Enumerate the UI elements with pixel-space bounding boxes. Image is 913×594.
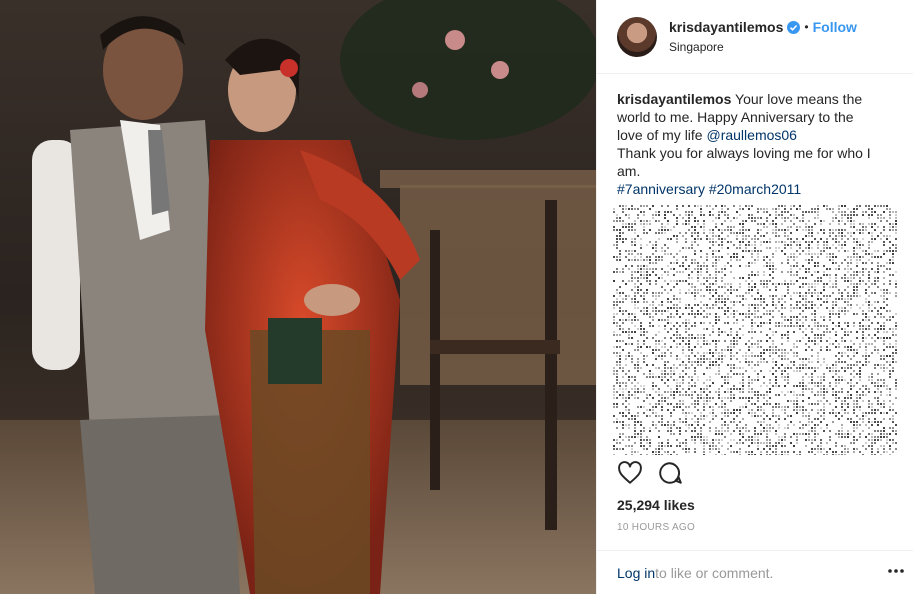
separator-dot: •: [804, 20, 809, 34]
mention-link[interactable]: @raullemos06: [706, 127, 796, 143]
follow-button[interactable]: Follow: [813, 19, 857, 35]
blurred-comments-noise: [613, 205, 897, 456]
instagram-post: krisdayantilemos • Follow Singapore kris…: [0, 0, 913, 594]
caption: krisdayantilemos Your love means the wor…: [597, 74, 897, 198]
caption-text-2: Thank you for always loving me for who I…: [617, 145, 871, 179]
location-link[interactable]: Singapore: [669, 40, 857, 54]
heart-icon[interactable]: [617, 460, 645, 488]
blurred-comments: [613, 205, 898, 456]
username-link[interactable]: krisdayantilemos: [669, 19, 783, 35]
more-options-icon[interactable]: [886, 561, 906, 581]
hashtag-link[interactable]: #20march2011: [709, 181, 801, 197]
avatar[interactable]: [617, 16, 657, 57]
header-line: krisdayantilemos • Follow: [669, 19, 857, 35]
footer-text: to like or comment.: [655, 564, 774, 581]
timestamp[interactable]: 10 HOURS AGO: [617, 522, 695, 533]
post-photo[interactable]: [0, 0, 596, 594]
verified-badge-icon: [787, 20, 801, 34]
login-link[interactable]: Log in: [617, 565, 655, 581]
caption-username[interactable]: krisdayantilemos: [617, 91, 731, 107]
comment-icon[interactable]: [657, 460, 685, 488]
couple-photo-illustration: [0, 0, 596, 594]
action-bar: [617, 460, 697, 488]
post-header: krisdayantilemos • Follow Singapore: [597, 0, 913, 74]
header-info: krisdayantilemos • Follow Singapore: [669, 19, 857, 54]
comment-footer: Log in to like or comment.: [597, 550, 913, 594]
likes-count[interactable]: 25,294 likes: [617, 497, 695, 513]
post-sidebar: krisdayantilemos • Follow Singapore kris…: [596, 0, 913, 594]
hashtag-link[interactable]: #7anniversary: [617, 181, 705, 197]
